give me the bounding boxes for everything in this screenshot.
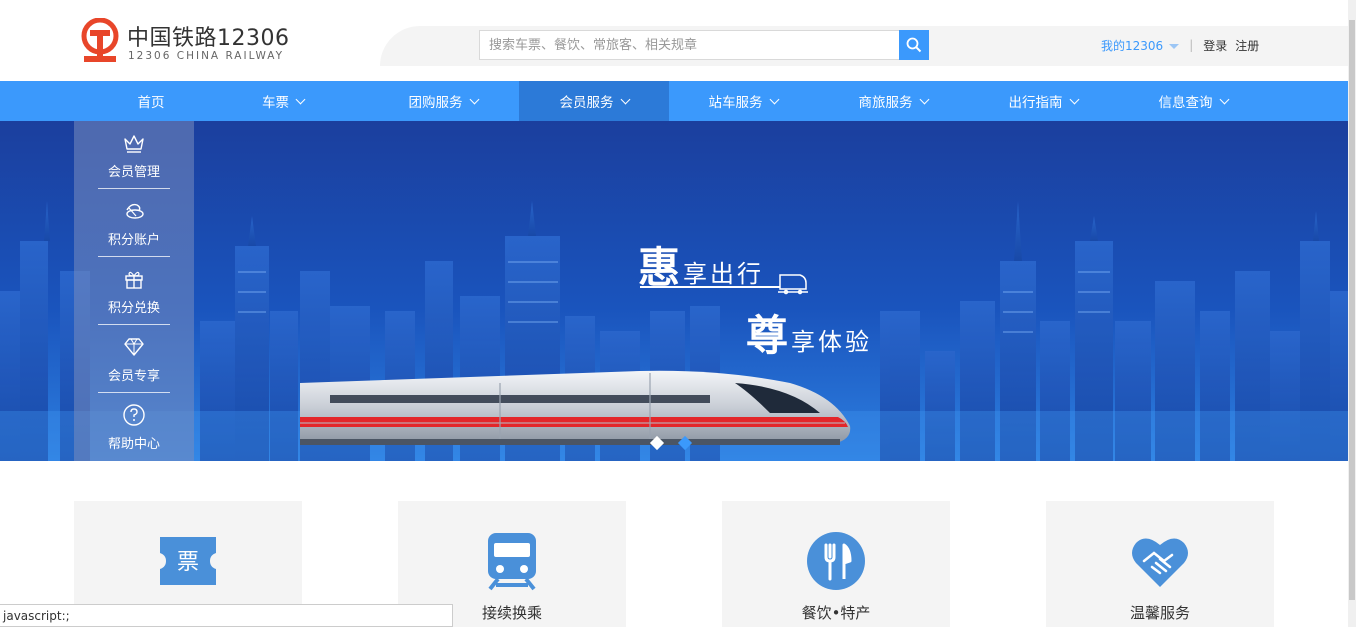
slogan-primary: 惠享出行 [638, 234, 764, 295]
nav-item-info-query[interactable]: 信息查询 [1118, 81, 1268, 121]
railway-logo-icon [81, 18, 119, 62]
register-link[interactable]: 注册 [1235, 37, 1259, 54]
nav-item-tickets[interactable]: 车票 [208, 81, 358, 121]
chevron-down-icon [469, 94, 479, 104]
nav-item-home[interactable]: 首页 [76, 81, 226, 121]
user-links: 我的12306 | 登录 注册 [1101, 36, 1259, 54]
chevron-down-icon [620, 94, 630, 104]
my-account-link[interactable]: 我的12306 [1101, 37, 1163, 54]
nav-item-group-buy[interactable]: 团购服务 [368, 81, 518, 121]
side-item-member-management[interactable]: 会员管理 [98, 121, 170, 189]
divider: | [1189, 38, 1194, 52]
chevron-down-icon [769, 94, 779, 104]
scrollbar-thumb[interactable] [1349, 20, 1355, 600]
carousel-dot-1[interactable] [649, 435, 665, 451]
member-side-menu: 会员管理 积分账户 积分兑换 会员专享 帮助中心 [74, 121, 194, 461]
dining-icon [807, 532, 865, 590]
diamond-icon [124, 338, 144, 356]
slogan-secondary-text: 享体验 [791, 328, 873, 356]
side-item-label: 帮助中心 [107, 437, 160, 452]
side-item-help-center[interactable]: 帮助中心 [98, 393, 170, 461]
chevron-down-icon [1219, 94, 1229, 104]
nav-item-label: 商旅服务 [858, 95, 913, 111]
logo-subtitle: 12306 CHINA RAILWAY [128, 50, 285, 62]
side-item-points-account[interactable]: 积分账户 [98, 189, 170, 257]
slogan-secondary: 尊享体验 [746, 302, 872, 363]
service-card-label: 餐饮•特产 [801, 604, 871, 622]
side-item-member-exclusive[interactable]: 会员专享 [98, 325, 170, 393]
logo-title: 中国铁路12306 [127, 26, 290, 51]
side-item-points-exchange[interactable]: 积分兑换 [98, 257, 170, 325]
site-header: 中国铁路12306 12306 CHINA RAILWAY 我的12306 | … [0, 0, 1356, 81]
nav-item-member-services[interactable]: 会员服务 [519, 81, 669, 121]
carousel-dot-2[interactable] [677, 435, 693, 451]
nav-item-label: 车票 [262, 95, 289, 111]
search-input[interactable] [479, 30, 899, 60]
service-card-label: 温馨服务 [1129, 604, 1190, 622]
ticket-icon-text: 票 [177, 550, 199, 575]
logo[interactable]: 中国铁路12306 12306 CHINA RAILWAY [78, 16, 290, 66]
nav-item-label: 会员服务 [559, 95, 614, 111]
gift-icon [125, 271, 143, 289]
nav-item-label: 站车服务 [708, 95, 763, 111]
login-link[interactable]: 登录 [1203, 37, 1227, 54]
nav-item-travel-guide[interactable]: 出行指南 [968, 81, 1118, 121]
main-nav: 首页 车票 团购服务 会员服务 站车服务 商旅服务 出行指南 信息查询 [0, 81, 1348, 121]
service-card-care[interactable]: 温馨服务 [1046, 501, 1274, 627]
nav-item-label: 团购服务 [408, 95, 463, 111]
nav-item-label: 出行指南 [1008, 95, 1063, 111]
chevron-down-icon [1069, 94, 1079, 104]
coins-icon [126, 203, 144, 219]
browser-status-bar: javascript:; [0, 604, 453, 627]
side-item-label: 积分账户 [107, 233, 160, 248]
nav-item-label: 信息查询 [1158, 95, 1213, 111]
carousel-indicators [649, 435, 693, 451]
service-card-dining[interactable]: 餐饮•特产 [722, 501, 950, 627]
slogan-primary-char: 惠 [638, 243, 684, 292]
side-item-label: 会员管理 [107, 165, 160, 180]
side-item-label: 积分兑换 [107, 301, 160, 316]
slogan-primary-text: 享出行 [683, 260, 765, 288]
nav-item-label: 首页 [137, 95, 165, 111]
ticket-icon: 票 [160, 537, 216, 585]
nav-item-business-travel[interactable]: 商旅服务 [818, 81, 968, 121]
train-icon [488, 533, 536, 591]
chevron-down-icon [919, 94, 929, 104]
nav-item-station-services[interactable]: 站车服务 [668, 81, 818, 121]
help-icon [123, 404, 145, 426]
search-icon [906, 37, 922, 53]
handshake-heart-icon [1132, 538, 1188, 587]
slogan-secondary-char: 尊 [746, 311, 792, 360]
side-item-label: 会员专享 [107, 369, 160, 384]
search-button[interactable] [899, 30, 929, 60]
chevron-down-icon [295, 94, 306, 104]
chevron-down-icon[interactable] [1169, 43, 1180, 49]
search-box [479, 30, 929, 60]
crown-icon [124, 135, 144, 153]
